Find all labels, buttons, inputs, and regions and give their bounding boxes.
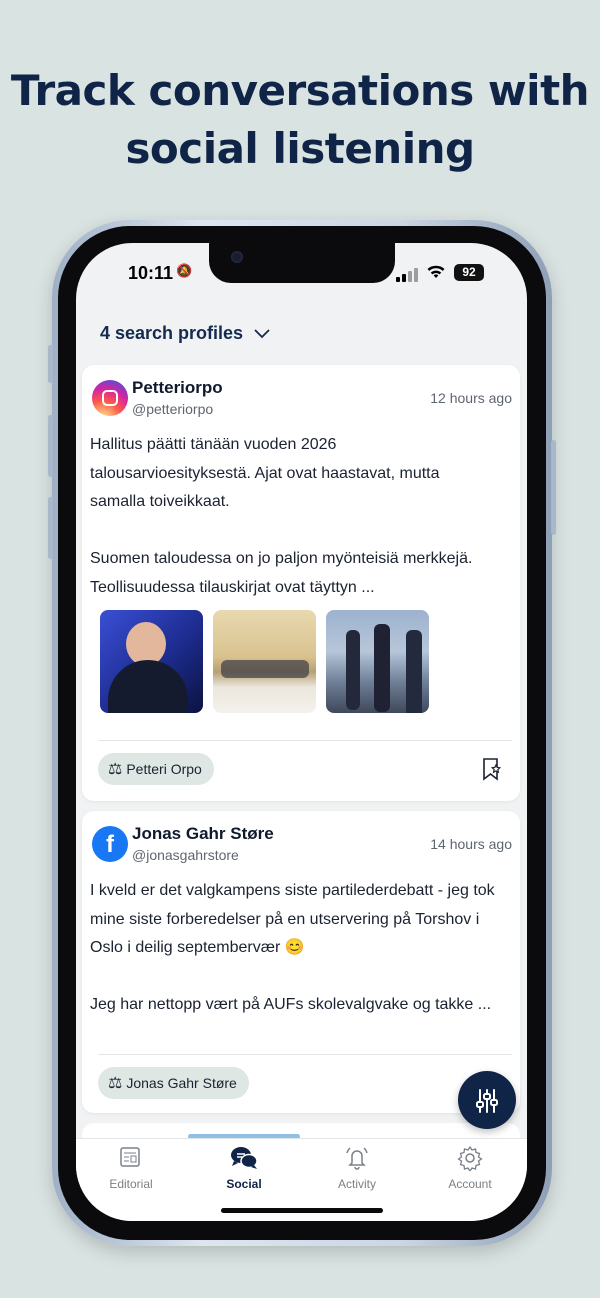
post-images xyxy=(100,610,429,713)
post-time: 12 hours ago xyxy=(430,390,512,406)
cellular-signal-icon xyxy=(396,266,420,282)
status-time: 10:11 xyxy=(128,263,174,283)
search-profiles-label: 4 search profiles xyxy=(100,323,244,343)
battery-indicator: 92 xyxy=(454,264,484,281)
headline-line-1: Track conversations with xyxy=(10,66,590,115)
silent-bell-icon: 🔕 xyxy=(176,264,193,279)
scale-icon: ⚖ xyxy=(108,1075,123,1092)
side-button-right xyxy=(551,440,556,535)
tab-social[interactable]: Social xyxy=(194,1145,294,1191)
tab-account[interactable]: Account xyxy=(420,1145,520,1191)
post-image-press-briefing[interactable] xyxy=(100,610,203,713)
headline-line-2: social listening xyxy=(125,124,475,173)
scale-icon: ⚖ xyxy=(108,761,123,778)
headline: Track conversations with social listenin… xyxy=(0,62,600,178)
post-text-line: samalla toiveikkaat. xyxy=(90,493,230,510)
search-profiles-dropdown[interactable]: 4 search profiles xyxy=(100,323,270,344)
profile-tag[interactable]: ⚖ Jonas Gahr Støre xyxy=(98,1067,249,1099)
camera-icon xyxy=(231,251,243,263)
bell-icon xyxy=(307,1145,407,1175)
post-text-line: Oslo i deilig septembervær 😊 xyxy=(90,939,305,956)
profile-tag-label: Petteri Orpo xyxy=(126,761,202,777)
tab-label: Social xyxy=(226,1177,262,1191)
instagram-icon xyxy=(92,380,128,416)
post-text-line: mine siste forberedelser på en utserveri… xyxy=(90,910,480,928)
filter-button[interactable] xyxy=(458,1071,516,1129)
post-image-meeting-room[interactable] xyxy=(213,610,316,713)
bookmark-star-icon[interactable] xyxy=(482,757,502,786)
post-text-line: Teollisuudessa tilauskirjat ovat täyttyn… xyxy=(90,578,375,596)
post-text-line: Hallitus päätti tänään vuoden 2026 xyxy=(90,436,337,453)
post-text-line xyxy=(90,517,512,546)
post-text-line: talousarvioesityksestä. Ajat ovat haasta… xyxy=(90,464,440,482)
facebook-icon: f xyxy=(92,826,128,862)
card-divider xyxy=(98,740,512,741)
post-card[interactable]: f Jonas Gahr Støre @jonasgahrstore 14 ho… xyxy=(82,811,520,1113)
side-button-left-3 xyxy=(48,497,53,559)
post-handle: @jonasgahrstore xyxy=(132,847,239,863)
post-text-line: I kveld er det valgkampens siste partile… xyxy=(90,882,495,899)
tab-editorial[interactable]: Editorial xyxy=(81,1145,181,1191)
post-card[interactable]: Petteriorpo @petteriorpo 12 hours ago Ha… xyxy=(82,365,520,801)
side-button-left-2 xyxy=(48,415,53,477)
home-indicator xyxy=(221,1208,383,1213)
tab-label: Account xyxy=(448,1177,492,1191)
profile-tag-label: Jonas Gahr Støre xyxy=(126,1075,237,1091)
chevron-down-icon xyxy=(249,326,270,343)
sliders-icon xyxy=(476,1089,498,1113)
post-time: 14 hours ago xyxy=(430,836,512,852)
profile-tag[interactable]: ⚖ Petteri Orpo xyxy=(98,753,214,785)
post-text-line: Jeg har nettopp vært på AUFs skolevalgva… xyxy=(90,996,492,1013)
post-text-line xyxy=(90,963,512,992)
gear-icon xyxy=(420,1145,520,1175)
post-author[interactable]: Petteriorpo xyxy=(132,378,223,398)
tab-label: Editorial xyxy=(109,1177,153,1191)
post-handle: @petteriorpo xyxy=(132,401,214,417)
side-button-left-1 xyxy=(48,345,53,383)
chat-bubbles-icon xyxy=(194,1145,294,1175)
post-image-press-conference[interactable] xyxy=(326,610,429,713)
phone-screen: 10:11 🔕 92 4 search profiles Petteriorpo… xyxy=(76,243,527,1221)
post-text: Hallitus päätti tänään vuoden 2026 talou… xyxy=(90,431,512,602)
post-author[interactable]: Jonas Gahr Støre xyxy=(132,824,274,844)
card-divider xyxy=(98,1054,512,1055)
wifi-icon xyxy=(426,264,446,284)
post-text: I kveld er det valgkampens siste partile… xyxy=(90,877,512,1020)
status-bar: 10:11 🔕 92 xyxy=(76,263,527,287)
post-text-line: Suomen taloudessa on jo paljon myönteisi… xyxy=(90,550,473,567)
tab-activity[interactable]: Activity xyxy=(307,1145,407,1191)
tab-label: Activity xyxy=(337,1177,376,1191)
newspaper-icon xyxy=(81,1145,181,1175)
